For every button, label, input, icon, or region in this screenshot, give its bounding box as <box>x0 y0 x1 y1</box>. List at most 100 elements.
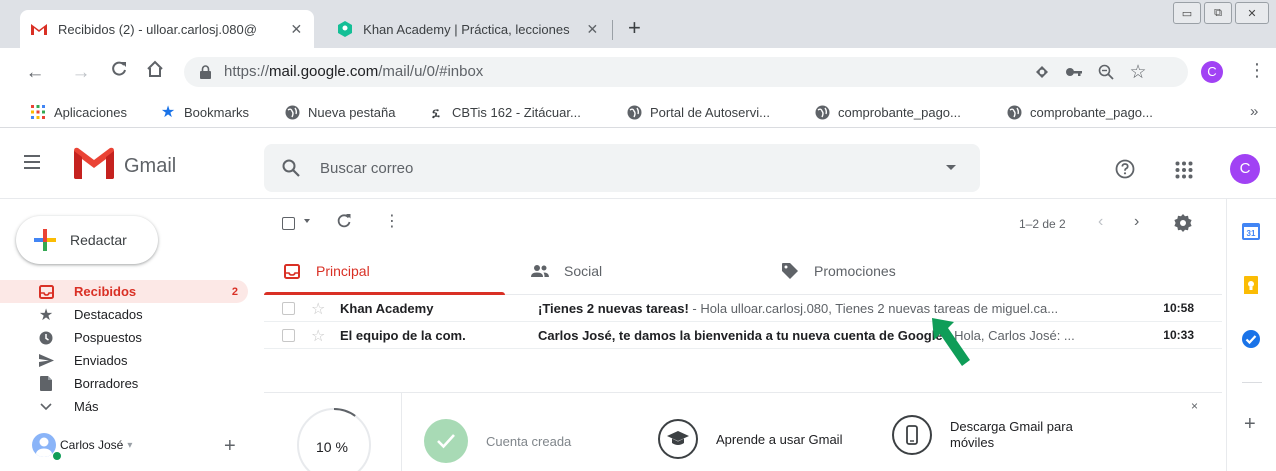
setup-step-learn-gmail[interactable]: Aprende a usar Gmail <box>658 419 842 459</box>
forward-arrow-icon[interactable]: → <box>70 62 92 84</box>
side-panel-divider <box>1242 382 1262 383</box>
prev-page-icon[interactable]: ‹ <box>1098 213 1103 231</box>
select-menu-chevron-icon[interactable] <box>304 219 310 223</box>
browser-tab-gmail[interactable]: Recibidos (2) - ulloar.carlosj.080@ ✕ <box>20 10 314 48</box>
settings-gear-icon[interactable] <box>1174 214 1192 235</box>
graduation-cap-icon <box>658 419 698 459</box>
nav-item-mas[interactable]: Más <box>0 395 248 418</box>
reload-icon[interactable] <box>108 60 130 84</box>
email-row[interactable]: ☆ El equipo de la com. Carlos José, te d… <box>264 323 1222 349</box>
select-all-checkbox[interactable] <box>282 217 295 230</box>
nav-item-recibidos[interactable]: Recibidos 2 <box>0 280 248 303</box>
bookmark-item[interactable]: Portal de Autoservi... <box>626 104 770 120</box>
tasks-icon[interactable] <box>1241 329 1261 349</box>
bookmark-item[interactable]: comprobante_pago... <box>1006 104 1153 120</box>
gmail-logo-icon[interactable] <box>74 147 114 182</box>
search-input[interactable] <box>320 156 920 180</box>
left-navigation: Redactar Recibidos 2 ★ Destacados Pospue… <box>0 199 256 471</box>
email-checkbox[interactable] <box>282 302 295 315</box>
search-options-chevron-icon[interactable] <box>946 165 956 170</box>
email-checkbox[interactable] <box>282 329 295 342</box>
close-icon[interactable]: ✕ <box>585 21 600 38</box>
setup-step-download-mobile[interactable]: Descarga Gmail para móviles <box>892 415 1100 455</box>
chevron-down-icon <box>38 399 54 415</box>
smartphone-icon <box>892 415 932 455</box>
tab-social[interactable]: Social <box>512 247 753 295</box>
tab-promociones[interactable]: Promociones <box>762 247 1003 295</box>
clock-icon <box>38 330 54 346</box>
main-menu-icon[interactable] <box>24 155 40 173</box>
search-bar <box>264 144 980 192</box>
home-icon[interactable] <box>144 60 166 84</box>
star-icon: ★ <box>160 104 176 121</box>
account-name: Carlos José <box>60 438 124 452</box>
restore-button[interactable]: ⧉ <box>1204 2 1232 24</box>
setup-step-account-created: Cuenta creada <box>424 419 571 463</box>
browser-profile-avatar[interactable]: C <box>1201 61 1223 83</box>
more-actions-icon[interactable]: ⋮ <box>384 211 400 231</box>
globe-icon <box>814 104 830 120</box>
window-controls: ▭ ⧉ ✕ <box>1170 2 1269 26</box>
email-row[interactable]: ☆ Khan Academy ¡Tienes 2 nuevas tareas! … <box>264 296 1222 322</box>
category-tabs: Principal Social Promociones <box>264 247 1222 295</box>
unread-count-badge: 2 <box>231 285 238 298</box>
bookmark-item[interactable]: comprobante_pago... <box>814 104 961 120</box>
calendar-icon[interactable]: 31 <box>1241 221 1261 241</box>
tab-principal[interactable]: Principal <box>264 247 505 295</box>
svg-text:31: 31 <box>1247 229 1256 238</box>
browser-menu-icon[interactable]: ⋮ <box>1248 60 1266 81</box>
back-arrow-icon[interactable]: ← <box>24 62 46 84</box>
bookmarks-overflow-button[interactable]: » <box>1250 103 1258 120</box>
close-setup-button[interactable]: × <box>1191 399 1198 413</box>
get-addons-button[interactable]: + <box>1244 413 1256 436</box>
globe-icon <box>1006 104 1022 120</box>
help-icon[interactable] <box>1115 159 1135 182</box>
tab-title: Recibidos (2) - ulloar.carlosj.080@ <box>58 21 257 37</box>
globe-icon <box>626 104 642 120</box>
mail-toolbar: ⋮ 1–2 de 2 ‹ › <box>264 199 1222 247</box>
bookmark-item[interactable]: ኗ CBTis 162 - Zitácuar... <box>428 104 580 120</box>
refresh-icon[interactable] <box>336 213 352 232</box>
close-icon[interactable]: ✕ <box>289 21 304 38</box>
browser-tab-strip: Recibidos (2) - ulloar.carlosj.080@ ✕ Kh… <box>0 0 1276 48</box>
active-tab-indicator <box>264 292 505 295</box>
bookmark-item[interactable]: Aplicaciones <box>30 104 127 120</box>
account-avatar[interactable]: C <box>1230 154 1260 184</box>
compose-plus-icon <box>34 229 56 251</box>
bookmarks-bar: Aplicaciones ★ Bookmarks Nueva pestaña ኗ… <box>0 98 1276 128</box>
star-icon[interactable]: ☆ <box>311 299 325 319</box>
hangouts-account[interactable]: Carlos José ▾ <box>32 433 132 457</box>
pagination-info: 1–2 de 2 <box>1019 217 1066 231</box>
browser-toolbar: ← → https://mail.google.com/mail/u/0/#in… <box>0 48 1276 98</box>
keep-icon[interactable] <box>1241 275 1261 295</box>
new-tab-button[interactable]: + <box>628 17 641 39</box>
inbox-icon <box>282 261 302 281</box>
bookmark-star-icon[interactable]: ☆ <box>1128 62 1148 83</box>
nav-item-enviados[interactable]: Enviados <box>0 349 248 372</box>
email-time: 10:33 <box>1163 328 1194 342</box>
window-close-button[interactable]: ✕ <box>1235 2 1269 24</box>
minimize-button[interactable]: ▭ <box>1173 2 1201 24</box>
nav-item-destacados[interactable]: ★ Destacados <box>0 303 248 326</box>
main-content: ⋮ 1–2 de 2 ‹ › Principal Social Promocio… <box>264 199 1222 471</box>
address-bar[interactable]: https://mail.google.com/mail/u/0/#inbox … <box>184 57 1188 87</box>
url-text: https://mail.google.com/mail/u/0/#inbox <box>224 63 484 80</box>
browser-tab-khan[interactable]: Khan Academy | Práctica, lecciones ✕ <box>326 10 610 48</box>
nav-item-pospuestos[interactable]: Pospuestos <box>0 326 248 349</box>
bookmark-item[interactable]: ★ Bookmarks <box>160 104 249 121</box>
zoom-icon[interactable] <box>1096 62 1116 82</box>
bookmark-item[interactable]: Nueva pestaña <box>284 104 395 120</box>
gmail-header: Gmail C <box>0 129 1276 199</box>
google-apps-icon[interactable] <box>1175 161 1193 182</box>
tab-title: Khan Academy | Práctica, lecciones <box>363 21 570 37</box>
add-contact-button[interactable]: + <box>224 435 236 458</box>
search-icon[interactable] <box>282 159 300 180</box>
inbox-icon <box>38 284 54 300</box>
eye-icon[interactable] <box>1032 62 1052 82</box>
compose-button[interactable]: Redactar <box>16 216 158 264</box>
people-icon <box>530 261 550 281</box>
star-icon[interactable]: ☆ <box>311 326 325 346</box>
next-page-icon[interactable]: › <box>1134 213 1139 231</box>
key-icon[interactable] <box>1064 62 1084 82</box>
nav-item-borradores[interactable]: Borradores <box>0 372 248 395</box>
